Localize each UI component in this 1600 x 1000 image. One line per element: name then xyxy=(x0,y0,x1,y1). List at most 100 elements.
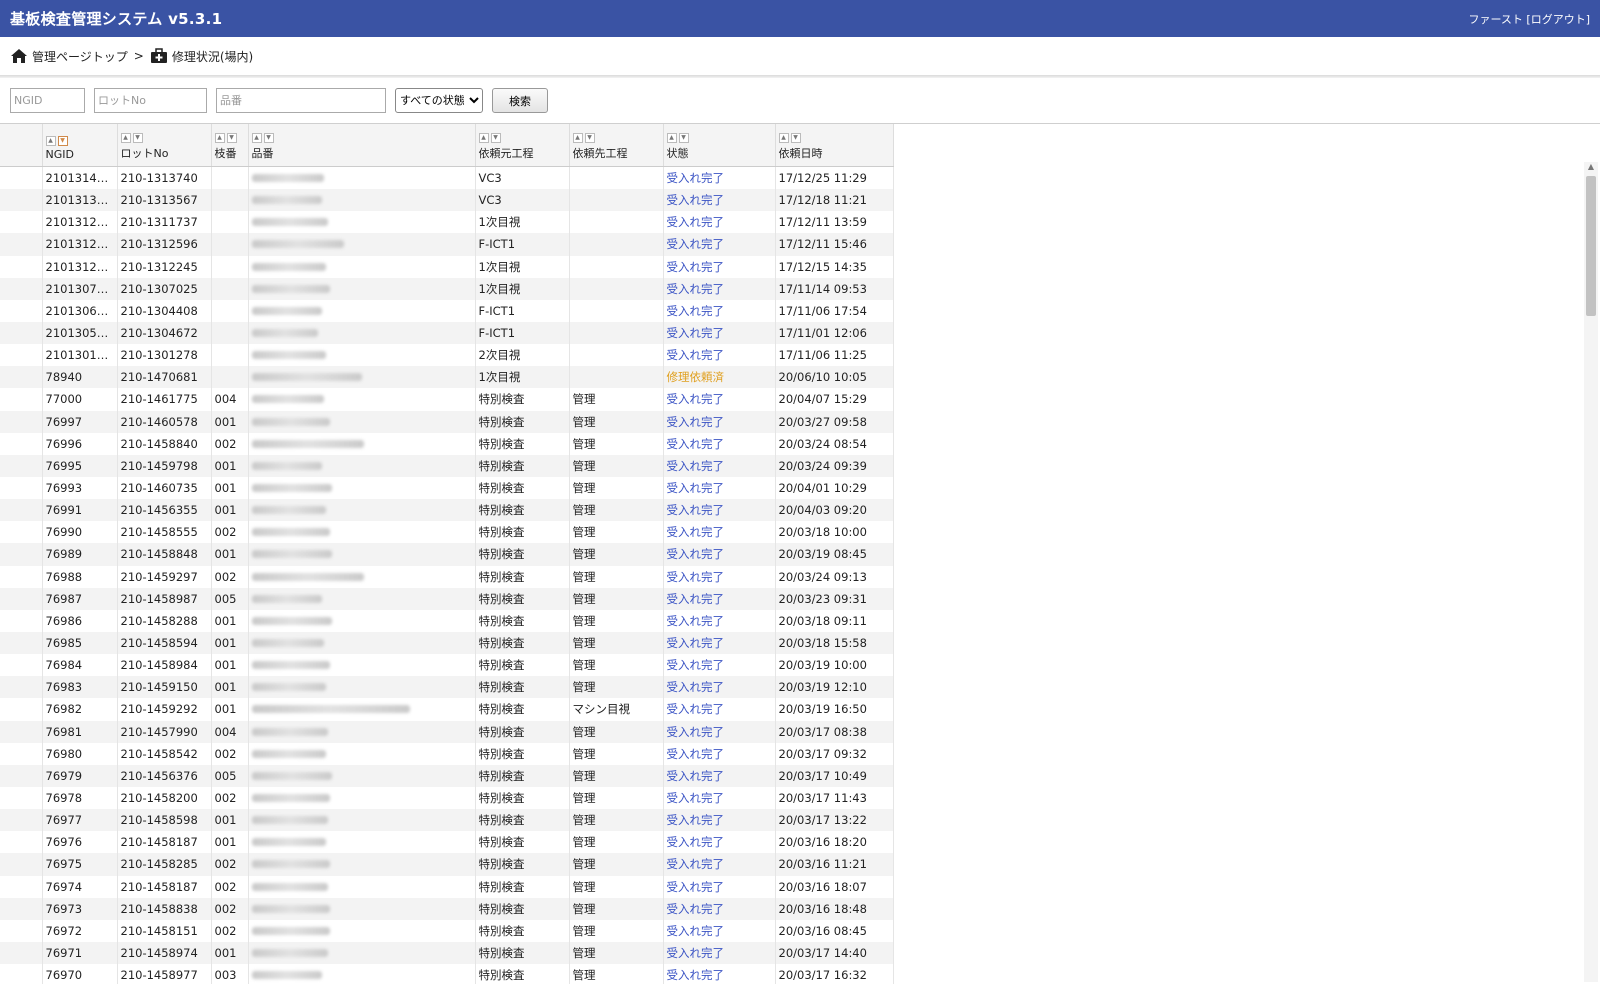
status-cell[interactable]: 受入れ完了 xyxy=(663,344,776,367)
status-cell[interactable]: 受入れ完了 xyxy=(663,277,776,300)
table-row[interactable]: 76988 210-1459297 002 特別検査 管理 受入れ完了 20/03/24 0… xyxy=(0,565,894,588)
table-row[interactable]: 76973 210-1458838 002 特別検査 管理 受入れ完了 20/03/16 1… xyxy=(0,897,894,920)
table-row[interactable]: 76971 210-1458974 001 特別検査 管理 受入れ完了 20/03/17 1… xyxy=(0,941,894,965)
table-row[interactable]: 76986 210-1458288 001 特別検査 管理 受入れ完了 20/03/18 0… xyxy=(0,609,894,632)
header-status[interactable]: ▲ ▼ 状態 xyxy=(663,124,776,167)
table-row[interactable]: 76993 210-1460735 001 特別検査 管理 受入れ完了 20/04/01 1… xyxy=(0,476,894,500)
status-cell[interactable]: 受入れ完了 xyxy=(663,233,776,256)
status-cell[interactable]: 修理依頼済 xyxy=(663,366,776,389)
request-date-cell: 20/03/17 10:49 xyxy=(775,764,894,787)
status-cell[interactable]: 受入れ完了 xyxy=(663,964,776,984)
lot-no-input[interactable] xyxy=(94,88,207,113)
part-no-input[interactable] xyxy=(216,88,386,113)
status-cell[interactable]: 受入れ完了 xyxy=(663,410,776,433)
table-row[interactable]: 21013126··· 210-1311737 1次目視 受入れ完了 17/12/11 … xyxy=(0,211,894,234)
table-row[interactable]: 76987 210-1458987 005 特別検査 管理 受入れ完了 20/03/23 0… xyxy=(0,587,894,610)
table-row[interactable]: 76978 210-1458200 002 特別検査 管理 受入れ完了 20/03/17 1… xyxy=(0,786,894,810)
status-cell[interactable]: 受入れ完了 xyxy=(663,919,776,942)
table-row[interactable]: 76970 210-1458977 003 特別検査 管理 受入れ完了 20/03/17 1… xyxy=(0,964,894,984)
status-cell[interactable]: 受入れ完了 xyxy=(663,631,776,655)
table-row[interactable]: 21013122··· 210-1312245 1次目視 受入れ完了 17/12/15 … xyxy=(0,255,894,278)
table-row[interactable]: 76995 210-1459798 001 特別検査 管理 受入れ完了 20/03/24 0… xyxy=(0,454,894,477)
status-cell[interactable]: 受入れ完了 xyxy=(663,299,776,322)
table-row[interactable]: 76997 210-1460578 001 特別検査 管理 受入れ完了 20/03/27 0… xyxy=(0,410,894,433)
status-cell[interactable]: 受入れ完了 xyxy=(663,875,776,898)
status-cell[interactable]: 受入れ完了 xyxy=(663,941,776,965)
status-cell[interactable]: 受入れ完了 xyxy=(663,166,776,190)
branch-no-cell xyxy=(211,321,249,345)
scroll-thumb[interactable] xyxy=(1586,176,1596,316)
table-row[interactable]: 78940 210-1470681 1次目視 修理依頼済 20/06/10 10:05 xyxy=(0,366,894,389)
ngid-input[interactable] xyxy=(10,88,85,113)
table-row[interactable]: 21013135··· 210-1313567 VC3 受入れ完了 17/12/18 1… xyxy=(0,189,894,212)
dest-process-cell: 管理 xyxy=(569,742,664,765)
header-request-date[interactable]: ▲ ▼ 依頼日時 xyxy=(775,124,894,167)
search-button[interactable]: 検索 xyxy=(492,88,548,113)
lot-no-cell: 210-1312245 xyxy=(117,255,212,278)
status-cell[interactable]: 受入れ完了 xyxy=(663,543,776,566)
table-row[interactable]: 76991 210-1456355 001 特別検査 管理 受入れ完了 20/04/03 0… xyxy=(0,499,894,522)
status-cell[interactable]: 受入れ完了 xyxy=(663,720,776,743)
status-cell[interactable]: 受入れ完了 xyxy=(663,698,776,721)
table-row[interactable]: 76977 210-1458598 001 特別検査 管理 受入れ完了 20/03/17 1… xyxy=(0,809,894,832)
status-cell[interactable]: 受入れ完了 xyxy=(663,255,776,278)
header-dest-process[interactable]: ▲ ▼ 依頼先工程 xyxy=(569,124,664,167)
table-row[interactable]: 76996 210-1458840 002 特別検査 管理 受入れ完了 20/03/24 0… xyxy=(0,432,894,455)
status-cell[interactable]: 受入れ完了 xyxy=(663,831,776,854)
status-cell[interactable]: 受入れ完了 xyxy=(663,809,776,832)
status-cell[interactable]: 受入れ完了 xyxy=(663,676,776,699)
vertical-scrollbar[interactable]: ▲ xyxy=(1584,162,1598,982)
user-logout-link[interactable]: ファースト [ログアウト] xyxy=(1468,11,1590,27)
status-cell[interactable]: 受入れ完了 xyxy=(663,321,776,345)
table-row[interactable]: 21013125··· 210-1312596 F-ICT1 受入れ完了 17/12/1… xyxy=(0,233,894,256)
dest-process-cell: 管理 xyxy=(569,631,664,655)
status-cell[interactable]: 受入れ完了 xyxy=(663,454,776,477)
table-row[interactable]: 76983 210-1459150 001 特別検査 管理 受入れ完了 20/03/19 1… xyxy=(0,676,894,699)
source-process-cell: 特別検査 xyxy=(475,897,570,920)
table-row[interactable]: 76985 210-1458594 001 特別検査 管理 受入れ完了 20/03/18 1… xyxy=(0,631,894,655)
table-row[interactable]: 76976 210-1458187 001 特別検査 管理 受入れ完了 20/03/16 1… xyxy=(0,831,894,854)
table-row[interactable]: 76974 210-1458187 002 特別検査 管理 受入れ完了 20/03/16 1… xyxy=(0,875,894,898)
breadcrumb-home[interactable]: 管理ページトップ xyxy=(10,48,128,65)
status-cell[interactable]: 受入れ完了 xyxy=(663,432,776,455)
status-cell[interactable]: 受入れ完了 xyxy=(663,499,776,522)
status-cell[interactable]: 受入れ完了 xyxy=(663,654,776,677)
status-cell[interactable]: 受入れ完了 xyxy=(663,565,776,588)
status-select[interactable]: すべての状態 xyxy=(395,88,483,113)
status-cell[interactable]: 受入れ完了 xyxy=(663,742,776,765)
status-cell[interactable]: 受入れ完了 xyxy=(663,853,776,876)
table-row[interactable]: 21013070··· 210-1307025 1次目視 受入れ完了 17/11/14 … xyxy=(0,277,894,300)
status-cell[interactable]: 受入れ完了 xyxy=(663,189,776,212)
status-cell[interactable]: 受入れ完了 xyxy=(663,587,776,610)
status-cell[interactable]: 受入れ完了 xyxy=(663,609,776,632)
header-lot-no[interactable]: ▲ ▼ ロットNo xyxy=(117,124,212,167)
status-cell[interactable]: 受入れ完了 xyxy=(663,897,776,920)
request-date-cell: 20/03/16 18:48 xyxy=(775,897,894,920)
table-row[interactable]: 76989 210-1458848 001 特別検査 管理 受入れ完了 20/03/19 0… xyxy=(0,543,894,566)
table-row[interactable]: 21013140··· 210-1313740 VC3 受入れ完了 17/12/25 1… xyxy=(0,166,894,190)
scroll-up-icon[interactable]: ▲ xyxy=(1584,162,1598,174)
table-row[interactable]: 76990 210-1458555 002 特別検査 管理 受入れ完了 20/03/18 1… xyxy=(0,521,894,544)
header-part-no[interactable]: ▲ ▼ 品番 xyxy=(248,124,476,167)
status-cell[interactable]: 受入れ完了 xyxy=(663,521,776,544)
status-cell[interactable]: 受入れ完了 xyxy=(663,388,776,411)
status-cell[interactable]: 受入れ完了 xyxy=(663,211,776,234)
part-no-cell xyxy=(248,211,476,234)
status-cell[interactable]: 受入れ完了 xyxy=(663,476,776,500)
table-row[interactable]: 77000 210-1461775 004 特別検査 管理 受入れ完了 20/04/07 1… xyxy=(0,388,894,411)
table-row[interactable]: 76981 210-1457990 004 特別検査 管理 受入れ完了 20/03/17 0… xyxy=(0,720,894,743)
table-row[interactable]: 76984 210-1458984 001 特別検査 管理 受入れ完了 20/03/19 1… xyxy=(0,654,894,677)
header-branch-no[interactable]: ▲ ▼ 枝番 xyxy=(211,124,249,167)
header-source-process[interactable]: ▲ ▼ 依頼元工程 xyxy=(475,124,570,167)
table-row[interactable]: 76979 210-1456376 005 特別検査 管理 受入れ完了 20/03/17 1… xyxy=(0,764,894,787)
table-row[interactable]: 76982 210-1459292 001 特別検査 マシン目視 受入れ完了 20/03/1… xyxy=(0,698,894,721)
table-row[interactable]: 76975 210-1458285 002 特別検査 管理 受入れ完了 20/03/16 1… xyxy=(0,853,894,876)
status-cell[interactable]: 受入れ完了 xyxy=(663,786,776,810)
table-row[interactable]: 21013061··· 210-1304408 F-ICT1 受入れ完了 17/11/0… xyxy=(0,299,894,322)
table-row[interactable]: 21013012··· 210-1301278 2次目視 受入れ完了 17/11/06 … xyxy=(0,344,894,367)
header-ngid[interactable]: ▲ ▼ NGID xyxy=(42,124,118,167)
status-cell[interactable]: 受入れ完了 xyxy=(663,764,776,787)
table-row[interactable]: 21013053··· 210-1304672 F-ICT1 受入れ完了 17/11/0… xyxy=(0,321,894,345)
table-row[interactable]: 76980 210-1458542 002 特別検査 管理 受入れ完了 20/03/17 0… xyxy=(0,742,894,765)
table-row[interactable]: 76972 210-1458151 002 特別検査 管理 受入れ完了 20/03/16 0… xyxy=(0,919,894,942)
